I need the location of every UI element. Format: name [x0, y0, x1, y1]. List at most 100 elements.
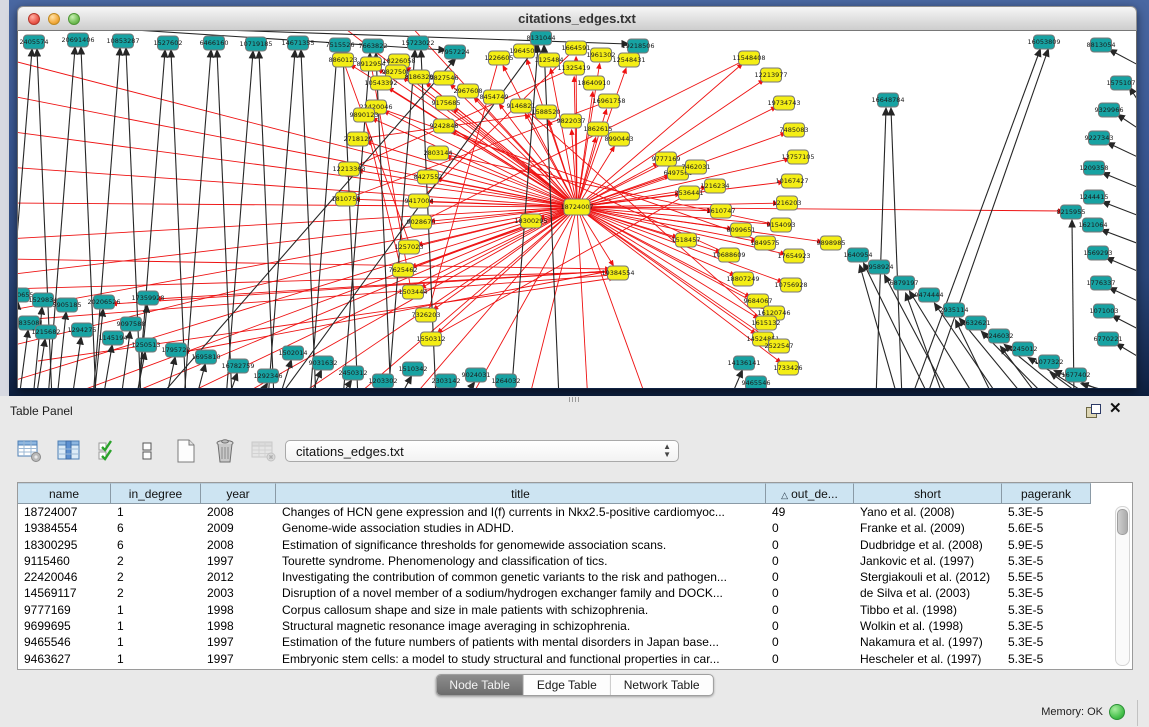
table-cell[interactable]: 2	[111, 553, 201, 569]
table-cell[interactable]: 18300295	[18, 537, 111, 553]
table-row[interactable]: 1872400712008Changes of HCN gene express…	[18, 504, 1132, 520]
table-row[interactable]: 969969511998Structural magnetic resonanc…	[18, 618, 1132, 634]
table-row[interactable]: 1830029562008Estimation of significance …	[18, 537, 1132, 553]
table-cell[interactable]: Tourette syndrome. Phenomenology and cla…	[276, 553, 766, 569]
table-cell[interactable]: 18724007	[18, 504, 111, 520]
table-cell[interactable]: 0	[766, 569, 854, 585]
table-cell[interactable]: 9465546	[18, 634, 111, 650]
table-cell[interactable]: 9699695	[18, 618, 111, 634]
table-cell[interactable]: 2009	[201, 520, 276, 536]
table-cell[interactable]: 5.9E-5	[1002, 537, 1091, 553]
table-cell[interactable]: Franke et al. (2009)	[854, 520, 1002, 536]
table-cell[interactable]: de Silva et al. (2003)	[854, 585, 1002, 601]
table-cell[interactable]: Genome-wide association studies in ADHD.	[276, 520, 766, 536]
table-cell[interactable]: 49	[766, 504, 854, 520]
network-canvas[interactable]: 1872400718300295193845548860123891295418…	[17, 31, 1137, 388]
table-cell[interactable]: 1997	[201, 634, 276, 650]
table-row[interactable]: 2242004622012Investigating the contribut…	[18, 569, 1132, 585]
table-cell[interactable]: Dudbridge et al. (2008)	[854, 537, 1002, 553]
table-cell[interactable]: Changes of HCN gene expression and I(f) …	[276, 504, 766, 520]
table-cell[interactable]: 5.5E-5	[1002, 569, 1091, 585]
table-row[interactable]: 1456911722003Disruption of a novel membe…	[18, 585, 1132, 601]
column-header-year[interactable]: year	[201, 483, 276, 504]
table-cell[interactable]: Wolkin et al. (1998)	[854, 618, 1002, 634]
column-visibility-icon[interactable]	[55, 438, 83, 464]
table-cell[interactable]: Estimation of the future numbers of pati…	[276, 634, 766, 650]
table-cell[interactable]: 0	[766, 537, 854, 553]
table-cell[interactable]: 1	[111, 602, 201, 618]
column-header-pagerank[interactable]: pagerank	[1002, 483, 1091, 504]
table-row[interactable]: 1938455462009Genome-wide association stu…	[18, 520, 1132, 536]
table-cell[interactable]: Corpus callosum shape and size in male p…	[276, 602, 766, 618]
table-cell[interactable]: Structural magnetic resonance image aver…	[276, 618, 766, 634]
table-cell[interactable]: 6	[111, 520, 201, 536]
network-window-titlebar[interactable]: citations_edges.txt	[17, 6, 1137, 31]
table-cell[interactable]: 5.3E-5	[1002, 504, 1091, 520]
select-rows-icon[interactable]	[94, 438, 122, 464]
table-cell[interactable]: 0	[766, 634, 854, 650]
table-cell[interactable]: 6	[111, 537, 201, 553]
table-cell[interactable]: Jankovic et al. (1997)	[854, 553, 1002, 569]
table-cell[interactable]: 1	[111, 634, 201, 650]
table-row[interactable]: 911546021997Tourette syndrome. Phenomeno…	[18, 553, 1132, 569]
table-cell[interactable]: 1998	[201, 618, 276, 634]
table-cell[interactable]: Stergiakouli et al. (2012)	[854, 569, 1002, 585]
table-cell[interactable]: 2	[111, 569, 201, 585]
table-cell[interactable]: Investigating the contribution of common…	[276, 569, 766, 585]
table-cell[interactable]: 1	[111, 504, 201, 520]
row-height-icon[interactable]	[133, 438, 161, 464]
table-cell[interactable]: 2012	[201, 569, 276, 585]
new-column-icon[interactable]	[172, 438, 200, 464]
table-selector-dropdown[interactable]: citations_edges.txt ▲▼	[285, 440, 679, 462]
table-cell[interactable]: 19384554	[18, 520, 111, 536]
tab-network-table[interactable]: Network Table	[610, 675, 713, 695]
table-cell[interactable]: 1	[111, 618, 201, 634]
table-cell[interactable]: 5.3E-5	[1002, 651, 1091, 667]
table-cell[interactable]: 2008	[201, 537, 276, 553]
table-cell[interactable]: 1997	[201, 553, 276, 569]
float-panel-icon[interactable]	[1086, 404, 1101, 418]
table-cell[interactable]: 0	[766, 618, 854, 634]
scrollbar-thumb[interactable]	[1117, 509, 1128, 535]
table-row[interactable]: 946362711997Embryonic stem cells: a mode…	[18, 651, 1132, 667]
panel-splitter-handle[interactable]	[569, 397, 580, 402]
delete-column-icon[interactable]	[211, 438, 239, 464]
table-cell[interactable]: Embryonic stem cells: a model to study s…	[276, 651, 766, 667]
table-cell[interactable]: 1997	[201, 651, 276, 667]
table-cell[interactable]: 0	[766, 602, 854, 618]
table-cell[interactable]: 1998	[201, 602, 276, 618]
citation-graph[interactable]: 1872400718300295193845548860123891295418…	[18, 31, 1136, 388]
table-cell[interactable]: 0	[766, 520, 854, 536]
table-cell[interactable]: Hescheler et al. (1997)	[854, 651, 1002, 667]
table-cell[interactable]: Estimation of significance thresholds fo…	[276, 537, 766, 553]
table-cell[interactable]: 9115460	[18, 553, 111, 569]
close-panel-icon[interactable]: ✕	[1109, 400, 1122, 418]
table-cell[interactable]: 5.3E-5	[1002, 634, 1091, 650]
table-cell[interactable]: 2	[111, 585, 201, 601]
table-cell[interactable]: 5.6E-5	[1002, 520, 1091, 536]
table-cell[interactable]: 0	[766, 651, 854, 667]
column-header-in-degree[interactable]: in_degree	[111, 483, 201, 504]
vertical-scrollbar[interactable]	[1115, 506, 1130, 666]
table-cell[interactable]: 5.3E-5	[1002, 585, 1091, 601]
table-cell[interactable]: 5.3E-5	[1002, 618, 1091, 634]
tab-node-table[interactable]: Node Table	[436, 675, 523, 695]
table-cell[interactable]: 1	[111, 651, 201, 667]
table-cell[interactable]: Nakamura et al. (1997)	[854, 634, 1002, 650]
table-cell[interactable]: 22420046	[18, 569, 111, 585]
column-header-name[interactable]: name	[18, 483, 111, 504]
tab-edge-table[interactable]: Edge Table	[523, 675, 610, 695]
table-cell[interactable]: Tibbo et al. (1998)	[854, 602, 1002, 618]
table-cell[interactable]: 5.3E-5	[1002, 602, 1091, 618]
table-cell[interactable]: 9777169	[18, 602, 111, 618]
table-settings-icon[interactable]	[16, 438, 44, 464]
table-cell[interactable]: 9463627	[18, 651, 111, 667]
column-header-title[interactable]: title	[276, 483, 766, 504]
column-header-short[interactable]: short	[854, 483, 1002, 504]
table-cell[interactable]: 0	[766, 585, 854, 601]
table-cell[interactable]: Yano et al. (2008)	[854, 504, 1002, 520]
table-row[interactable]: 977716911998Corpus callosum shape and si…	[18, 602, 1132, 618]
table-cell[interactable]: 5.3E-5	[1002, 553, 1091, 569]
table-cell[interactable]: 2003	[201, 585, 276, 601]
table-cell[interactable]: 14569117	[18, 585, 111, 601]
